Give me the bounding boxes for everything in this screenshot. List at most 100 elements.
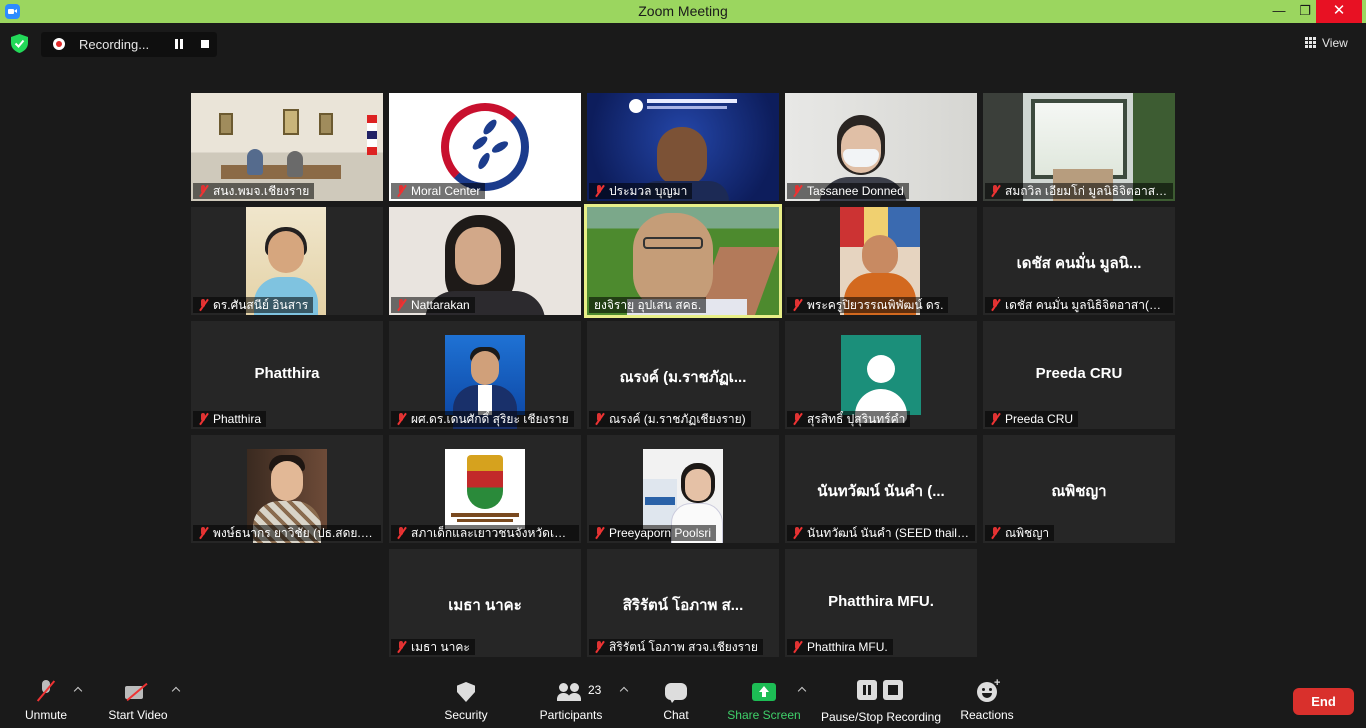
share-screen-label: Share Screen <box>727 708 801 722</box>
participant-name: Phatthira <box>193 411 267 427</box>
participant-profile-picture <box>247 449 327 543</box>
video-tile[interactable]: สุรสิทธิ์ ปุสุรินทร์คำ <box>785 321 977 429</box>
participant-display-name: ณพิชญา <box>1051 483 1107 500</box>
video-tile[interactable]: Tassanee Donned <box>785 93 977 201</box>
video-tile[interactable]: Preeda CRU Preeda CRU <box>983 321 1175 429</box>
participant-display-name: Phatthira <box>254 365 320 382</box>
video-tile[interactable]: Phatthira MFU. Phatthira MFU. <box>785 549 977 657</box>
chat-button[interactable]: Chat <box>652 668 700 728</box>
video-tile[interactable]: พงษ์ธนากร ยาวิชัย (ปธ.สดย.ชร) <box>191 435 383 543</box>
participant-name: Preeyaporn Poolsri <box>589 525 717 541</box>
participant-name: เดชัส คนมั่น มูลนิธิจิตอาสา(มนส.) <box>985 297 1173 313</box>
view-label: View <box>1322 36 1348 50</box>
video-tile[interactable]: ดร.ศันสนีย์ อินสาร <box>191 207 383 315</box>
participant-name: Preeda CRU <box>985 411 1079 427</box>
participants-options-chevron-icon[interactable] <box>621 686 629 694</box>
participant-display-name: สิริรัตน์ โอภาพ ส... <box>622 597 744 614</box>
mic-muted-icon <box>990 185 1000 197</box>
participant-name: นันทวัฒน์ นันคำ (SEED thaila... <box>787 525 975 541</box>
mic-muted-icon <box>396 413 406 425</box>
mic-muted-icon <box>396 299 406 311</box>
meeting-toolbar: Unmute Start Video Security Participants… <box>0 668 1366 728</box>
mic-muted-icon <box>792 299 802 311</box>
recording-label: Recording... <box>79 37 150 52</box>
mic-muted-icon <box>594 185 604 197</box>
end-meeting-button[interactable]: End <box>1293 688 1354 715</box>
mic-muted-icon <box>594 527 604 539</box>
video-tile[interactable]: ณรงค์ (ม.ราชภัฏเ... ณรงค์ (ม.ราชภัฏเชียง… <box>587 321 779 429</box>
reactions-label: Reactions <box>960 708 1014 722</box>
video-tile[interactable]: สนง.พมจ.เชียงราย <box>191 93 383 201</box>
participant-name: พระครูปิยวรรณพิพัฒน์ ดร. <box>787 297 949 313</box>
video-tile[interactable]: เมธา นาคะ เมธา นาคะ <box>389 549 581 657</box>
mic-muted-icon <box>396 641 406 653</box>
participant-name: Phatthira MFU. <box>787 639 893 655</box>
mic-muted-icon <box>990 413 1000 425</box>
video-tile[interactable]: เดชัส คนมั่น มูลนิ... เดชัส คนมั่น มูลนิ… <box>983 207 1175 315</box>
pause-stop-recording-button[interactable]: Pause/Stop Recording <box>818 668 944 728</box>
participant-name: ดร.ศันสนีย์ อินสาร <box>193 297 314 313</box>
recording-dot-icon <box>53 38 65 50</box>
security-button[interactable]: Security <box>436 668 496 728</box>
participant-name: สภาเด็กและเยาวชนจังหวัดเชียงร... <box>391 525 579 541</box>
recording-indicator: Recording... <box>41 32 217 57</box>
unmute-button[interactable]: Unmute <box>16 668 76 728</box>
pause-stop-recording-label: Pause/Stop Recording <box>820 710 942 724</box>
mic-muted-icon <box>792 641 802 653</box>
mic-muted-icon <box>792 185 802 197</box>
pause-stop-recording-icon <box>857 680 905 700</box>
participant-name: เมธา นาคะ <box>391 639 475 655</box>
chat-icon <box>665 683 687 703</box>
participant-name: ยงจิรายุ อุปเสน สคธ. <box>589 297 707 313</box>
participant-name: ผศ.ดร.เดนศักดิ์ สุริยะ เชียงราย <box>391 411 574 427</box>
active-speaker-tile[interactable]: ยงจิรายุ อุปเสน สคธ. <box>584 204 782 318</box>
grid-view-icon <box>1305 37 1316 48</box>
chat-label: Chat <box>663 708 689 722</box>
video-tile[interactable]: Nattarakan <box>389 207 581 315</box>
participant-name: สมถวิล เอียมโก่ มูลนิธิจิตอาสา เ... <box>985 183 1173 199</box>
pause-recording-icon[interactable] <box>174 39 184 49</box>
video-tile[interactable]: Preeyaporn Poolsri <box>587 435 779 543</box>
participants-button[interactable]: Participants <box>536 668 606 728</box>
participants-count: 23 <box>588 683 602 697</box>
participant-profile-picture <box>445 335 525 429</box>
participant-name: สิริรัตน์ โอภาพ สวจ.เชียงราย <box>589 639 763 655</box>
start-video-button[interactable]: Start Video <box>100 668 176 728</box>
video-tile[interactable]: สมถวิล เอียมโก่ มูลนิธิจิตอาสา เ... <box>983 93 1175 201</box>
video-tile[interactable]: พระครูปิยวรรณพิพัฒน์ ดร. <box>785 207 977 315</box>
stop-recording-icon[interactable] <box>201 40 209 48</box>
video-tile[interactable]: Phatthira Phatthira <box>191 321 383 429</box>
share-screen-button[interactable]: Share Screen <box>726 668 802 728</box>
video-tile[interactable]: Moral Center <box>389 93 581 201</box>
video-off-icon <box>125 684 151 700</box>
mic-muted-icon <box>198 413 208 425</box>
share-options-chevron-icon[interactable] <box>799 686 807 694</box>
view-button[interactable]: View <box>1305 36 1348 50</box>
window-title: Zoom Meeting <box>638 3 728 19</box>
close-button[interactable]: ✕ <box>1316 0 1362 23</box>
mic-muted-icon <box>792 413 802 425</box>
security-label: Security <box>444 708 488 722</box>
video-tile[interactable]: นันทวัฒน์ นันคำ (... นันทวัฒน์ นันคำ (SE… <box>785 435 977 543</box>
video-tile[interactable]: ณพิชญา ณพิชญา <box>983 435 1175 543</box>
mic-muted-icon <box>990 527 1000 539</box>
video-tile[interactable]: ประมวล บุญมา <box>587 93 779 201</box>
participant-name: สุรสิทธิ์ ปุสุรินทร์คำ <box>787 411 911 427</box>
participant-display-name: Phatthira MFU. <box>828 593 934 610</box>
mic-muted-icon <box>38 680 54 702</box>
share-screen-icon <box>752 683 776 701</box>
audio-options-chevron-icon[interactable] <box>75 686 83 694</box>
participant-display-name: Preeda CRU <box>1035 365 1123 382</box>
participant-display-name: เดชัส คนมั่น มูลนิ... <box>1016 255 1142 272</box>
mic-muted-icon <box>396 185 406 197</box>
video-tile[interactable]: สภาเด็กและเยาวชนจังหวัดเชียงร... <box>389 435 581 543</box>
video-tile[interactable]: ผศ.ดร.เดนศักดิ์ สุริยะ เชียงราย <box>389 321 581 429</box>
reactions-button[interactable]: Reactions <box>956 668 1018 728</box>
start-video-label: Start Video <box>108 708 168 722</box>
participant-name: Nattarakan <box>391 297 475 313</box>
encryption-shield-icon[interactable] <box>11 34 28 53</box>
participant-name: Moral Center <box>391 183 486 199</box>
video-tile[interactable]: สิริรัตน์ โอภาพ ส... สิริรัตน์ โอภาพ สวจ… <box>587 549 779 657</box>
video-options-chevron-icon[interactable] <box>173 686 181 694</box>
participants-icon <box>557 683 583 701</box>
